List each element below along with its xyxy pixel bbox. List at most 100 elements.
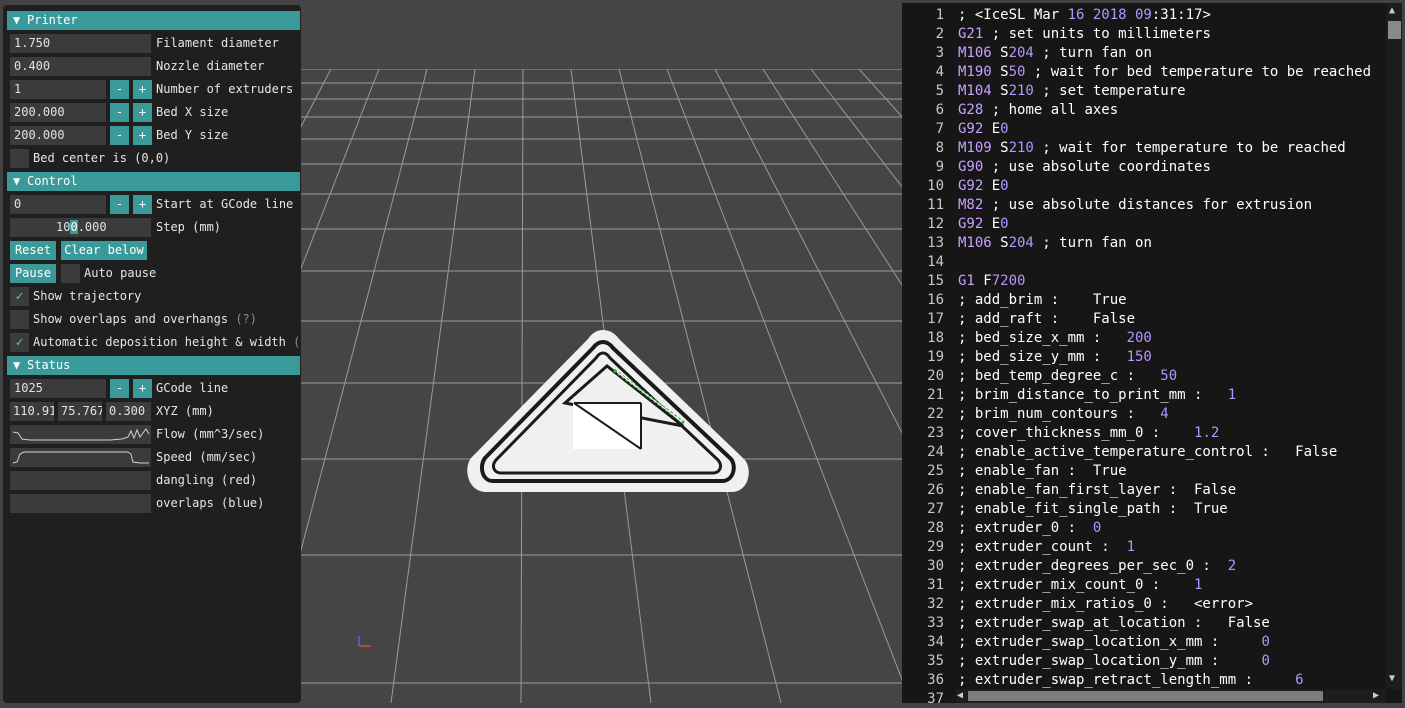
code-line[interactable]: ; enable_fit_single_path : True [958, 500, 1228, 519]
code-line[interactable]: ; enable_fan : True [958, 462, 1127, 481]
xyz-label: XYZ (mm) [156, 404, 214, 418]
bedx-plus-button[interactable]: + [133, 103, 152, 122]
code-line[interactable]: M106 S204 ; turn fan on [958, 234, 1152, 253]
line-number: 7 [935, 121, 944, 137]
code-line[interactable]: G21 ; set units to millimeters [958, 25, 1211, 44]
code-line[interactable]: ; enable_active_temperature_control : Fa… [958, 443, 1337, 462]
line-number: 13 [927, 235, 944, 251]
reset-button[interactable]: Reset [10, 241, 56, 260]
code-line[interactable]: ; bed_size_x_mm : 200 [958, 329, 1152, 348]
bedcenter-checkbox[interactable] [10, 149, 29, 168]
code-line[interactable]: M106 S204 ; turn fan on [958, 44, 1152, 63]
code-line[interactable]: G92 E0 [958, 177, 1009, 196]
step-input[interactable]: 100.000 [10, 218, 151, 237]
gcode-minus-button[interactable]: - [110, 379, 129, 398]
code-line[interactable]: ; extruder_swap_retract_length_mm : 6 [958, 671, 1304, 689]
extruders-plus-button[interactable]: + [133, 80, 152, 99]
code-line[interactable]: ; add_brim : True [958, 291, 1127, 310]
auto-pause-checkbox[interactable] [61, 264, 80, 283]
code-line[interactable]: ; extruder_swap_at_location : False [958, 614, 1270, 633]
printer-section-header[interactable]: ▼ Printer [7, 11, 300, 30]
code-line[interactable]: ; extruder_count : 1 [958, 538, 1135, 557]
3d-viewport[interactable] [301, 3, 902, 703]
code-line[interactable]: ; bed_temp_degree_c : 50 [958, 367, 1177, 386]
checkmark-icon: ✓ [15, 289, 24, 304]
line-number: 4 [935, 64, 944, 80]
vertical-scrollbar[interactable]: ▲ ▼ [1386, 3, 1402, 689]
code-line[interactable]: M109 S210 ; wait for temperature to be r… [958, 139, 1346, 158]
code-line[interactable]: ; extruder_mix_count_0 : 1 [958, 576, 1202, 595]
start-gcode-input[interactable]: 0 [10, 195, 106, 214]
show-overlaps-checkbox[interactable] [10, 310, 29, 329]
code-line[interactable]: M82 ; use absolute distances for extrusi… [958, 196, 1312, 215]
control-section-header[interactable]: ▼ Control [7, 172, 300, 191]
print-bed-scene[interactable] [301, 3, 902, 703]
line-number: 14 [927, 254, 944, 270]
code-line[interactable]: ; add_raft : False [958, 310, 1135, 329]
line-number: 19 [927, 349, 944, 365]
bedx-input[interactable]: 200.000 [10, 103, 106, 122]
code-line[interactable]: G92 E0 [958, 120, 1009, 139]
code-line[interactable]: ; brim_distance_to_print_mm : 1 [958, 386, 1236, 405]
step-selection: 0 [70, 220, 78, 234]
horizontal-scrollbar[interactable]: ◀ ▶ [956, 689, 1386, 703]
collapse-triangle-icon: ▼ [13, 358, 21, 372]
overlaps-graph [10, 494, 151, 513]
code-line[interactable]: ; enable_fan_first_layer : False [958, 481, 1236, 500]
code-line[interactable]: G90 ; use absolute coordinates [958, 158, 1211, 177]
code-line[interactable]: ; brim_num_contours : 4 [958, 405, 1169, 424]
code-line[interactable]: G1 F7200 [958, 272, 1025, 291]
code-line[interactable]: ; extruder_swap_location_y_mm : 0 [958, 652, 1270, 671]
code-line[interactable]: M104 S210 ; set temperature [958, 82, 1186, 101]
line-number: 33 [927, 615, 944, 631]
code-line[interactable]: ; extruder_0 : 0 [958, 519, 1101, 538]
nozzle-input[interactable]: 0.400 [10, 57, 151, 76]
bedy-plus-button[interactable]: + [133, 126, 152, 145]
code-line[interactable]: ; extruder_swap_location_x_mm : 0 [958, 633, 1270, 652]
overlaps-help-hint[interactable]: (?) [235, 312, 257, 326]
scroll-down-arrow-icon[interactable]: ▼ [1389, 673, 1395, 685]
filament-input[interactable]: 1.750 [10, 34, 151, 53]
scroll-left-arrow-icon[interactable]: ◀ [957, 690, 963, 702]
line-number: 25 [927, 463, 944, 479]
scroll-up-arrow-icon[interactable]: ▲ [1389, 5, 1395, 17]
code-line[interactable]: ; extruder_mix_ratios_0 : <error> [958, 595, 1253, 614]
start-plus-button[interactable]: + [133, 195, 152, 214]
vertical-scroll-thumb[interactable] [1388, 21, 1401, 39]
code-line[interactable]: ; extruder_degrees_per_sec_0 : 2 [958, 557, 1236, 576]
line-number: 35 [927, 653, 944, 669]
horizontal-scroll-thumb[interactable] [968, 691, 1323, 701]
line-number: 31 [927, 577, 944, 593]
show-trajectory-checkbox[interactable]: ✓ [10, 287, 29, 306]
flow-graph [12, 428, 150, 441]
start-label: Start at GCode line [156, 197, 294, 211]
status-header-label: Status [27, 358, 71, 372]
line-number: 36 [927, 672, 944, 688]
scroll-right-arrow-icon[interactable]: ▶ [1373, 690, 1379, 702]
extruders-minus-button[interactable]: - [110, 80, 129, 99]
speed-label: Speed (mm/sec) [156, 450, 258, 464]
code-line[interactable]: ; <IceSL Mar 16 2018 09:31:17> [958, 6, 1211, 25]
extruders-input[interactable]: 1 [10, 80, 106, 99]
auto-deposition-checkbox[interactable]: ✓ [10, 333, 29, 352]
status-section-header[interactable]: ▼ Status [7, 356, 300, 375]
gcode-editor[interactable]: 1 2 3 4 5 6 7 8 9 10 11 12 13 14 15 16 17 18 19 20 21 22 23 24 2… [902, 3, 1402, 707]
bedy-input[interactable]: 200.000 [10, 126, 106, 145]
gcode-line-label: GCode line [156, 381, 229, 395]
clear-below-button[interactable]: Clear below [61, 241, 147, 260]
control-header-label: Control [27, 174, 78, 188]
code-area[interactable]: ; <IceSL Mar 16 2018 09:31:17> G21 ; set … [956, 3, 1386, 689]
code-line[interactable]: G92 E0 [958, 215, 1009, 234]
bedy-minus-button[interactable]: - [110, 126, 129, 145]
bedx-minus-button[interactable]: - [110, 103, 129, 122]
start-minus-button[interactable]: - [110, 195, 129, 214]
gcode-line-input[interactable]: 1025 [10, 379, 106, 398]
code-line[interactable]: ; cover_thickness_mm_0 : 1.2 [958, 424, 1219, 443]
pause-button[interactable]: Pause [10, 264, 56, 283]
code-line[interactable]: ; bed_size_y_mm : 150 [958, 348, 1152, 367]
line-number: 11 [927, 197, 944, 213]
gcode-plus-button[interactable]: + [133, 379, 152, 398]
line-number: 9 [935, 159, 944, 175]
code-line[interactable]: M190 S50 ; wait for bed temperature to b… [958, 63, 1371, 82]
code-line[interactable]: G28 ; home all axes [958, 101, 1118, 120]
